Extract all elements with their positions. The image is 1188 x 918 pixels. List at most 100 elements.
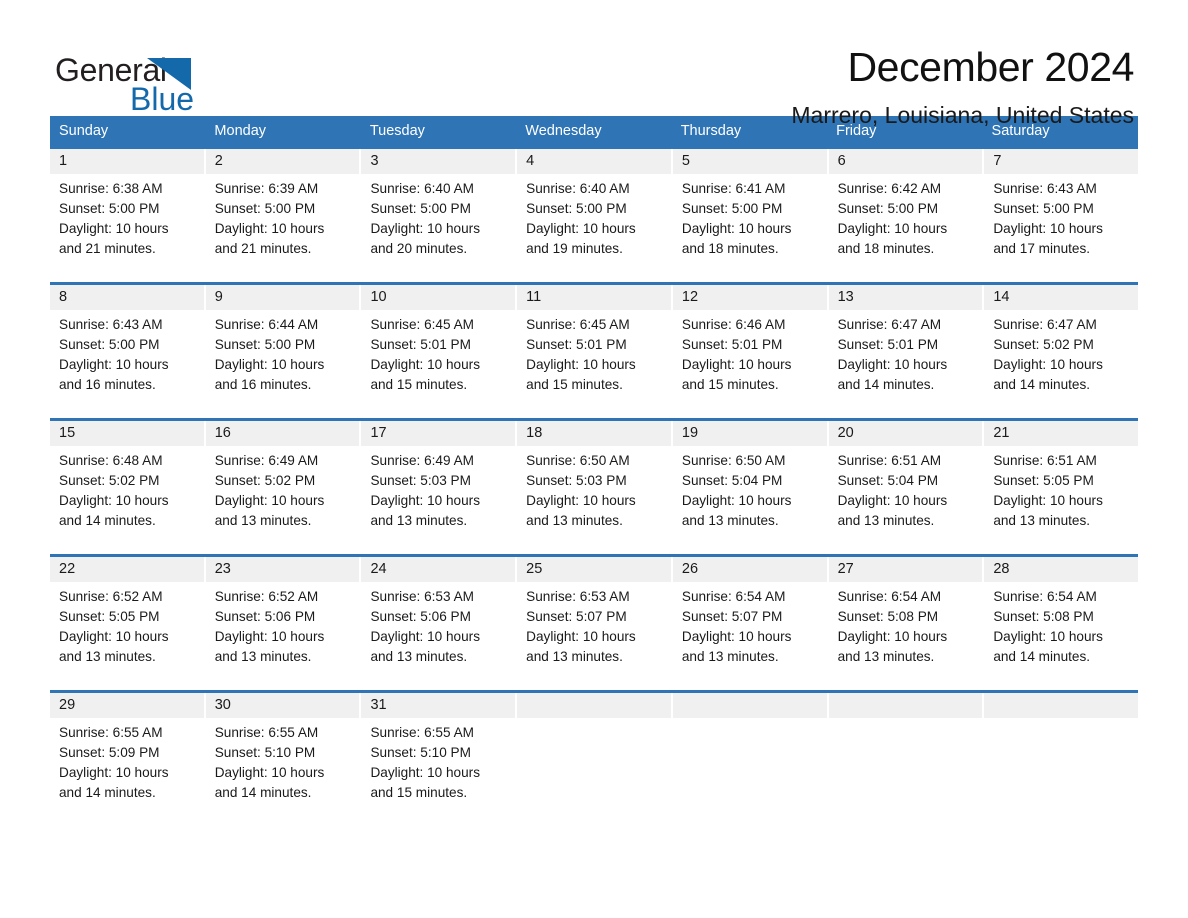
sunrise-text: Sunrise: 6:49 AM (370, 453, 474, 468)
day-number[interactable]: 22 (50, 557, 206, 582)
day-number[interactable]: 16 (206, 421, 362, 446)
day-number[interactable]: 21 (984, 421, 1138, 446)
day-number[interactable]: 4 (517, 149, 673, 174)
day-cell[interactable]: Sunrise: 6:45 AM Sunset: 5:01 PM Daylight:… (361, 310, 518, 418)
daylight-line1-text: Daylight: 10 hours (993, 493, 1103, 508)
day-cell[interactable]: Sunrise: 6:45 AM Sunset: 5:01 PM Daylight:… (517, 310, 673, 418)
day-cell[interactable]: Sunrise: 6:40 AM Sunset: 5:00 PM Daylight:… (517, 174, 673, 282)
day-cell[interactable]: Sunrise: 6:53 AM Sunset: 5:07 PM Daylight:… (517, 582, 673, 690)
day-cell[interactable]: Sunrise: 6:43 AM Sunset: 5:00 PM Daylight:… (50, 310, 206, 418)
daylight-line1-text: Daylight: 10 hours (993, 629, 1103, 644)
day-number[interactable]: 27 (829, 557, 985, 582)
day-number[interactable]: 6 (829, 149, 985, 174)
sunrise-text: Sunrise: 6:41 AM (681, 181, 786, 196)
day-number[interactable]: 24 (361, 557, 518, 582)
day-number[interactable]: 18 (517, 421, 673, 446)
day-cell[interactable]: Sunrise: 6:54 AM Sunset: 5:08 PM Daylight:… (984, 582, 1138, 690)
day-number[interactable]: 29 (50, 693, 206, 718)
day-cell[interactable]: Sunrise: 6:54 AM Sunset: 5:07 PM Daylight:… (673, 582, 829, 690)
sunrise-text: Sunrise: 6:55 AM (214, 725, 319, 740)
daylight-line2-text: and 17 minutes. (993, 241, 1091, 256)
day-cell[interactable]: Sunrise: 6:52 AM Sunset: 5:05 PM Daylight:… (50, 582, 206, 690)
day-number[interactable]: 2 (206, 149, 362, 174)
day-cell[interactable]: Sunrise: 6:40 AM Sunset: 5:00 PM Daylight:… (361, 174, 518, 282)
day-number[interactable]: 25 (517, 557, 673, 582)
day-cell[interactable]: Sunrise: 6:53 AM Sunset: 5:06 PM Daylight:… (361, 582, 518, 690)
day-number[interactable]: 31 (361, 693, 518, 718)
weekday-header-friday: Friday (836, 123, 877, 139)
sunrise-text: Sunrise: 6:54 AM (681, 589, 786, 604)
day-number[interactable]: 7 (984, 149, 1138, 174)
day-detail-row: Sunrise: 6:55 AM Sunset: 5:09 PM Daylight:… (50, 718, 1138, 826)
day-number[interactable]: 11 (517, 285, 673, 310)
day-cell[interactable]: Sunrise: 6:55 AM Sunset: 5:10 PM Daylight:… (206, 718, 362, 826)
day-cell[interactable]: Sunrise: 6:46 AM Sunset: 5:01 PM Daylight:… (673, 310, 829, 418)
day-cell[interactable]: Sunrise: 6:38 AM Sunset: 5:00 PM Daylight:… (50, 174, 206, 282)
day-number[interactable]: 19 (673, 421, 829, 446)
weekday-header-tuesday: Tuesday (369, 123, 425, 139)
day-cell[interactable]: Sunrise: 6:41 AM Sunset: 5:00 PM Daylight:… (673, 174, 829, 282)
daylight-line2-text: and 20 minutes. (370, 241, 468, 256)
sunset-text: Sunset: 5:01 PM (526, 337, 627, 352)
sunrise-text: Sunrise: 6:40 AM (370, 181, 474, 196)
day-number[interactable]: 3 (361, 149, 518, 174)
day-cell[interactable]: Sunrise: 6:55 AM Sunset: 5:09 PM Daylight:… (50, 718, 206, 826)
daylight-line1-text: Daylight: 10 hours (214, 629, 325, 644)
daylight-line2-text: and 18 minutes. (837, 241, 935, 256)
daylight-line1-text: Daylight: 10 hours (214, 357, 325, 372)
day-number[interactable]: 8 (50, 285, 206, 310)
day-cell[interactable]: Sunrise: 6:48 AM Sunset: 5:02 PM Daylight:… (50, 446, 206, 554)
day-cell[interactable]: Sunrise: 6:44 AM Sunset: 5:00 PM Daylight:… (206, 310, 362, 418)
daylight-line1-text: Daylight: 10 hours (837, 493, 948, 508)
sunset-text: Sunset: 5:00 PM (214, 337, 316, 352)
day-number[interactable]: 26 (673, 557, 829, 582)
daylight-line1-text: Daylight: 10 hours (837, 357, 948, 372)
day-number[interactable]: 12 (673, 285, 829, 310)
day-number[interactable]: 10 (361, 285, 518, 310)
sunrise-text: Sunrise: 6:52 AM (214, 589, 319, 604)
day-cell[interactable]: Sunrise: 6:42 AM Sunset: 5:00 PM Daylight:… (829, 174, 985, 282)
day-cell[interactable]: Sunrise: 6:47 AM Sunset: 5:01 PM Daylight:… (829, 310, 985, 418)
sunrise-text: Sunrise: 6:51 AM (837, 453, 942, 468)
day-cell[interactable]: Sunrise: 6:55 AM Sunset: 5:10 PM Daylight:… (361, 718, 518, 826)
day-cell[interactable]: Sunrise: 6:51 AM Sunset: 5:05 PM Daylight:… (984, 446, 1138, 554)
day-cell[interactable]: Sunrise: 6:43 AM Sunset: 5:00 PM Daylight:… (984, 174, 1138, 282)
day-number[interactable]: 5 (673, 149, 829, 174)
calendar-grid: Sunday Monday Tuesday Wednesday Thursday Frid… (50, 116, 1138, 826)
day-cell[interactable]: Sunrise: 6:49 AM Sunset: 5:02 PM Daylight:… (206, 446, 362, 554)
weekday-header-saturday: Saturday (991, 123, 1050, 139)
day-cell[interactable]: Sunrise: 6:54 AM Sunset: 5:08 PM Daylight:… (829, 582, 985, 690)
sunset-text: Sunset: 5:00 PM (681, 201, 783, 216)
weekday-header-sunday: Sunday (59, 123, 109, 139)
day-number[interactable]: 14 (984, 285, 1138, 310)
daylight-line1-text: Daylight: 10 hours (526, 629, 636, 644)
sunrise-text: Sunrise: 6:47 AM (837, 317, 942, 332)
day-cell[interactable]: Sunrise: 6:50 AM Sunset: 5:03 PM Daylight:… (517, 446, 673, 554)
day-number[interactable]: 13 (829, 285, 985, 310)
day-number[interactable]: 17 (361, 421, 518, 446)
day-number[interactable]: 23 (206, 557, 362, 582)
day-number[interactable]: 28 (984, 557, 1138, 582)
daylight-line1-text: Daylight: 10 hours (59, 493, 169, 508)
sunrise-text: Sunrise: 6:43 AM (59, 317, 163, 332)
day-cell[interactable]: Sunrise: 6:52 AM Sunset: 5:06 PM Daylight:… (206, 582, 362, 690)
sunrise-text: Sunrise: 6:55 AM (59, 725, 163, 740)
day-cell[interactable]: Sunrise: 6:39 AM Sunset: 5:00 PM Daylight:… (206, 174, 362, 282)
sunset-text: Sunset: 5:00 PM (214, 201, 316, 216)
day-number-row: 1234567 (50, 149, 1138, 174)
day-detail-row: Sunrise: 6:43 AM Sunset: 5:00 PM Daylight:… (50, 310, 1138, 418)
day-cell[interactable]: Sunrise: 6:49 AM Sunset: 5:03 PM Daylight:… (361, 446, 518, 554)
day-number[interactable]: 1 (50, 149, 206, 174)
page-header: General Blue December 2024 Marrero, Loui… (50, 0, 1138, 127)
sunset-text: Sunset: 5:10 PM (370, 745, 471, 760)
sunset-text: Sunset: 5:05 PM (993, 473, 1094, 488)
day-number[interactable]: 9 (206, 285, 362, 310)
sunset-text: Sunset: 5:05 PM (59, 609, 160, 624)
day-number[interactable]: 30 (206, 693, 362, 718)
day-number-row: 22 23 24 25 26 27 28 (50, 557, 1138, 582)
day-cell[interactable]: Sunrise: 6:51 AM Sunset: 5:04 PM Daylight:… (829, 446, 985, 554)
day-number[interactable]: 20 (829, 421, 985, 446)
day-number[interactable]: 15 (50, 421, 206, 446)
day-cell[interactable]: Sunrise: 6:47 AM Sunset: 5:02 PM Daylight:… (984, 310, 1138, 418)
day-cell[interactable]: Sunrise: 6:50 AM Sunset: 5:04 PM Daylight:… (673, 446, 829, 554)
